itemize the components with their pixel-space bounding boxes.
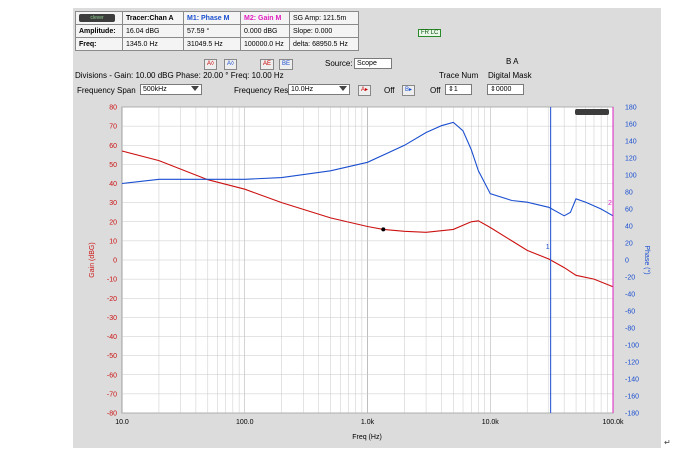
y2-axis-title: Phase (°): [643, 245, 651, 274]
gain-tick-label: 30: [109, 200, 117, 207]
gain-axis: 80 70 60 50 40 30 20 10 0 -10 -20 -30 -40 -50 -60 -70 -8…: [107, 105, 117, 418]
gain-tick-label: 60: [109, 143, 117, 150]
gain-tick-label: 80: [109, 105, 117, 112]
freq-tick-label: 10.0: [115, 419, 129, 426]
gain-tick-label: 40: [109, 181, 117, 188]
gain-tick-label: -20: [107, 296, 117, 303]
x-axis-title: Freq (Hz): [352, 434, 382, 441]
phase-tick-label: 160: [625, 122, 637, 129]
freq-tick-label: 10.0k: [482, 419, 500, 426]
phase-tick-label: 80: [625, 190, 633, 197]
phase-tick-label: 180: [625, 105, 637, 112]
phase-tick-label: 120: [625, 156, 637, 163]
tracer-point: [381, 227, 386, 232]
gain-tick-label: -50: [107, 353, 117, 360]
phase-tick-label: -140: [625, 377, 639, 384]
phase-tick-label: -20: [625, 275, 635, 282]
phase-tick-label: -120: [625, 360, 639, 367]
gain-tick-label: -30: [107, 315, 117, 322]
marker-label-2: 2: [608, 200, 612, 207]
phase-axis: 180 160 140 120 100 80 60 40 20 0 -20 -40 -60 -80 -100…: [625, 105, 639, 418]
phase-tick-label: -180: [625, 411, 639, 418]
phase-tick-label: -80: [625, 326, 635, 333]
freq-tick-label: 1.0k: [361, 419, 375, 426]
return-glyph: ↵: [664, 438, 671, 447]
phase-tick-label: -40: [625, 292, 635, 299]
gain-tick-label: -70: [107, 391, 117, 398]
freq-axis: 10.0 100.0 1.0k 10.0k 100.0k: [115, 419, 624, 426]
phase-tick-label: 40: [625, 224, 633, 231]
gain-tick-label: -60: [107, 372, 117, 379]
gain-tick-label: 10: [109, 238, 117, 245]
freq-tick-label: 100.0: [236, 419, 254, 426]
plot-logo: [575, 109, 609, 115]
phase-tick-label: -160: [625, 394, 639, 401]
phase-tick-label: 140: [625, 139, 637, 146]
gain-tick-label: -80: [107, 411, 117, 418]
gain-tick-label: 70: [109, 124, 117, 131]
phase-tick-label: -60: [625, 309, 635, 316]
y-axis-title: Gain (dBG): [89, 242, 96, 277]
bode-plot: 80706050403020100-10-20-30-40-50-60-70-8…: [89, 105, 651, 442]
gain-tick-label: 0: [113, 258, 117, 265]
freq-tick-label: 100.0k: [602, 419, 624, 426]
phase-tick-label: 20: [625, 241, 633, 248]
phase-tick-label: -100: [625, 343, 639, 350]
phase-tick-label: 0: [625, 258, 629, 265]
gain-tick-label: -10: [107, 277, 117, 284]
marker-label-1: 1: [546, 244, 550, 251]
gain-tick-label: 20: [109, 219, 117, 226]
gain-tick-label: 50: [109, 162, 117, 169]
phase-tick-label: 60: [625, 207, 633, 214]
phase-tick-label: 100: [625, 173, 637, 180]
gain-tick-label: -40: [107, 334, 117, 341]
